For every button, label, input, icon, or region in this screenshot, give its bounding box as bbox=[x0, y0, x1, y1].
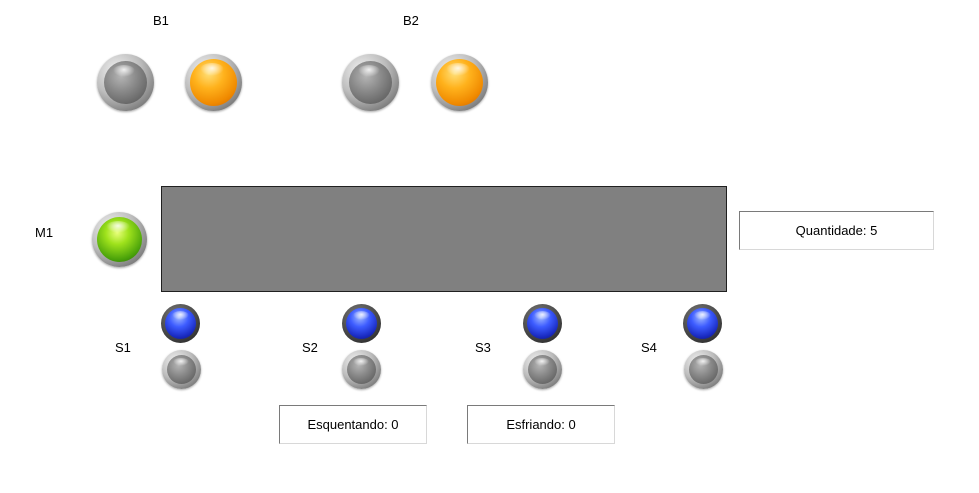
label-s3: S3 bbox=[475, 340, 491, 355]
s4-blue-lamp[interactable] bbox=[683, 304, 722, 343]
s2-blue-lamp[interactable] bbox=[342, 304, 381, 343]
label-s1: S1 bbox=[115, 340, 131, 355]
s1-gray-lamp[interactable] bbox=[162, 350, 201, 389]
lamp-shine bbox=[172, 311, 189, 320]
label-m1: M1 bbox=[35, 225, 54, 240]
m1-motor-lamp[interactable] bbox=[92, 212, 147, 267]
lamp-shine bbox=[358, 65, 380, 77]
quantidade-display: Quantidade: 5 bbox=[739, 211, 934, 250]
lamp-shine bbox=[173, 358, 189, 366]
lamp-shine bbox=[534, 311, 551, 320]
esfriando-display: Esfriando: 0 bbox=[467, 405, 615, 444]
s2-gray-lamp[interactable] bbox=[342, 350, 381, 389]
lamp-shine bbox=[353, 358, 369, 366]
label-b2: B2 bbox=[403, 13, 419, 28]
conveyor-belt bbox=[161, 186, 727, 292]
b2-gray-lamp[interactable] bbox=[342, 54, 399, 111]
lamp-shine bbox=[353, 311, 370, 320]
lamp-shine bbox=[446, 63, 470, 76]
s1-blue-lamp[interactable] bbox=[161, 304, 200, 343]
esquentando-display: Esquentando: 0 bbox=[279, 405, 427, 444]
s4-gray-lamp[interactable] bbox=[684, 350, 723, 389]
b1-gray-lamp[interactable] bbox=[97, 54, 154, 111]
b1-orange-lamp[interactable] bbox=[185, 54, 242, 111]
lamp-shine bbox=[695, 358, 711, 366]
b2-orange-lamp[interactable] bbox=[431, 54, 488, 111]
lamp-shine bbox=[200, 63, 224, 76]
label-s2: S2 bbox=[302, 340, 318, 355]
s3-gray-lamp[interactable] bbox=[523, 350, 562, 389]
lamp-shine bbox=[113, 65, 135, 77]
hmi-panel: B1 B2 M1 Quantidade: 5 S1 S2 S3 S4 Esque… bbox=[0, 0, 979, 493]
lamp-shine bbox=[106, 221, 130, 233]
lamp-shine bbox=[534, 358, 550, 366]
label-s4: S4 bbox=[641, 340, 657, 355]
s3-blue-lamp[interactable] bbox=[523, 304, 562, 343]
lamp-shine bbox=[694, 311, 711, 320]
label-b1: B1 bbox=[153, 13, 169, 28]
